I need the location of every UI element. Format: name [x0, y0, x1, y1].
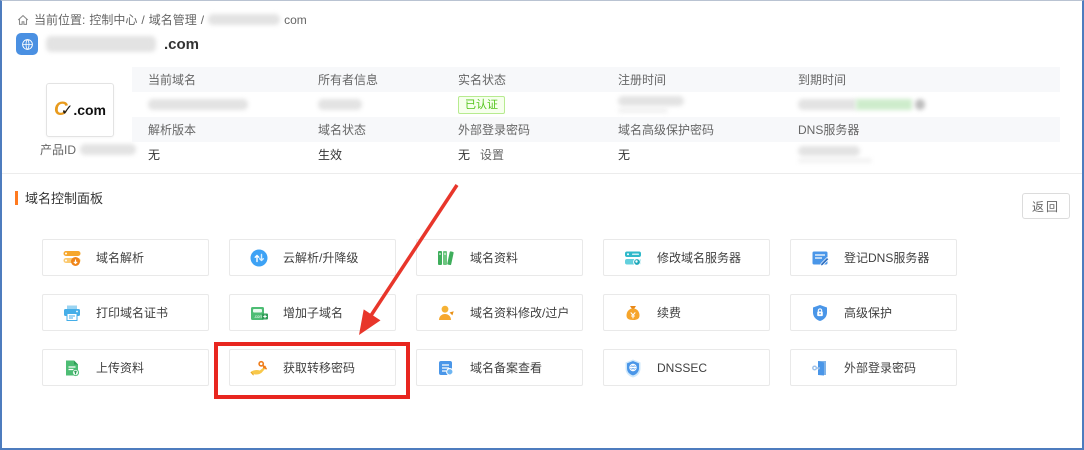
panel-card-label: 上传资料 [96, 359, 144, 376]
control-panel-cards: 域名解析 云解析/升降级 域名资料 修改域名服务器 登记DNS服务器打印域名证书 .com… [42, 239, 957, 386]
realname-status-value: 已认证 [442, 92, 602, 117]
product-logo: C ✓ .com [46, 83, 114, 137]
panel-card-label: 获取转移密码 [283, 359, 355, 376]
panel-card-label: 增加子域名 [283, 304, 343, 321]
field-label: 域名状态 [302, 117, 442, 142]
panel-card-label: 域名解析 [96, 249, 144, 266]
field-label: DNS服务器 [782, 117, 1060, 142]
verified-badge: 已认证 [458, 96, 505, 114]
dnssec-icon [623, 358, 643, 378]
domain-title-suffix: .com [164, 36, 199, 53]
section-header: 域名控制面板 [15, 188, 103, 207]
upload-info-icon [62, 358, 82, 378]
resolve-version-value: 无 [132, 142, 302, 167]
domain-info-icon [436, 248, 456, 268]
register-dns-server-icon [810, 248, 830, 268]
domain-status-value: 生效 [302, 142, 442, 167]
panel-card[interactable]: 打印域名证书 [42, 294, 209, 331]
panel-card[interactable]: .com 增加子域名 [229, 294, 396, 331]
domain-manage-page: 当前位置: 控制中心 / 域名管理 / com .com C ✓ .com 产品… [0, 0, 1084, 450]
panel-card-label: 云解析/升降级 [283, 249, 358, 266]
breadcrumb-separator: / [201, 13, 204, 27]
panel-card-label: 域名备案查看 [470, 359, 542, 376]
panel-card[interactable]: 上传资料 [42, 349, 209, 386]
product-id: 产品ID [40, 141, 136, 158]
external-password-none: 无 [458, 146, 470, 163]
panel-card[interactable]: 域名资料修改/过户 [416, 294, 583, 331]
get-transfer-password-icon [249, 358, 269, 378]
breadcrumb: 当前位置: 控制中心 / 域名管理 / com [16, 11, 307, 28]
breadcrumb-item-control-center[interactable]: 控制中心 [89, 11, 137, 28]
panel-card[interactable]: 域名资料 [416, 239, 583, 276]
add-subdomain-icon: .com [249, 303, 269, 323]
panel-card[interactable]: 修改域名服务器 [603, 239, 770, 276]
panel-card-label: DNSSEC [657, 361, 707, 375]
svg-text:.com: .com [254, 314, 264, 319]
panel-card[interactable]: 域名备案查看 [416, 349, 583, 386]
print-certificate-icon [62, 303, 82, 323]
domain-title-row: .com [16, 33, 199, 55]
field-label: 所有者信息 [302, 67, 442, 92]
domain-resolution-icon [62, 248, 82, 268]
field-label: 解析版本 [132, 117, 302, 142]
cloud-upgrade-icon [249, 248, 269, 268]
panel-card[interactable]: DNSSEC [603, 349, 770, 386]
external-password-value: 无 设置 [442, 142, 602, 167]
globe-icon [16, 33, 38, 55]
domain-info-table: 当前域名 所有者信息 实名状态 注册时间 到期时间 已认证 解析版本 域名状态 … [132, 67, 1060, 167]
panel-card-label: 高级保护 [844, 304, 892, 321]
panel-card-label: 打印域名证书 [96, 304, 168, 321]
product-id-label: 产品ID [40, 141, 76, 158]
register-time-value [602, 92, 782, 117]
expire-time-value [782, 92, 1060, 117]
panel-card-label: 续费 [657, 304, 681, 321]
set-password-link[interactable]: 设置 [480, 146, 504, 163]
dns-server-value [782, 142, 1060, 167]
owner-info-value [302, 92, 442, 117]
product-id-redacted [80, 144, 136, 155]
protect-password-value: 无 [602, 142, 782, 167]
field-label: 外部登录密码 [442, 117, 602, 142]
field-label: 域名高级保护密码 [602, 117, 782, 142]
breadcrumb-domain-suffix: com [284, 13, 307, 27]
logo-check-icon: ✓ [61, 101, 74, 119]
external-login-password-icon [810, 358, 830, 378]
icp-lookup-icon [436, 358, 456, 378]
breadcrumb-separator: / [141, 13, 144, 27]
breadcrumb-prefix: 当前位置: [34, 11, 85, 28]
back-button[interactable]: 返回 [1022, 193, 1070, 219]
panel-card[interactable]: 续费 [603, 294, 770, 331]
panel-card[interactable]: 域名解析 [42, 239, 209, 276]
section-divider [2, 173, 1082, 174]
modify-dns-server-icon [623, 248, 643, 268]
panel-card[interactable]: 登记DNS服务器 [790, 239, 957, 276]
panel-card[interactable]: 高级保护 [790, 294, 957, 331]
panel-card-label: 域名资料修改/过户 [470, 304, 569, 321]
advanced-protection-icon [810, 303, 830, 323]
panel-card-label: 登记DNS服务器 [844, 249, 929, 266]
panel-card[interactable]: 云解析/升降级 [229, 239, 396, 276]
section-title: 域名控制面板 [25, 188, 103, 207]
field-label: 当前域名 [132, 67, 302, 92]
breadcrumb-domain-redacted [208, 14, 280, 25]
renew-icon [623, 303, 643, 323]
panel-card[interactable]: 外部登录密码 [790, 349, 957, 386]
panel-card-label: 域名资料 [470, 249, 518, 266]
panel-card[interactable]: 获取转移密码 [229, 349, 396, 386]
field-label: 到期时间 [782, 67, 1060, 92]
home-icon [16, 13, 30, 27]
logo-com: .com [73, 102, 106, 118]
modify-transfer-icon [436, 303, 456, 323]
current-domain-value [132, 92, 302, 117]
panel-card-label: 外部登录密码 [844, 359, 916, 376]
section-accent-bar [15, 191, 18, 205]
panel-card-label: 修改域名服务器 [657, 249, 741, 266]
breadcrumb-item-domain-manage[interactable]: 域名管理 [149, 11, 197, 28]
field-label: 注册时间 [602, 67, 782, 92]
field-label: 实名状态 [442, 67, 602, 92]
domain-name-redacted [46, 36, 156, 52]
